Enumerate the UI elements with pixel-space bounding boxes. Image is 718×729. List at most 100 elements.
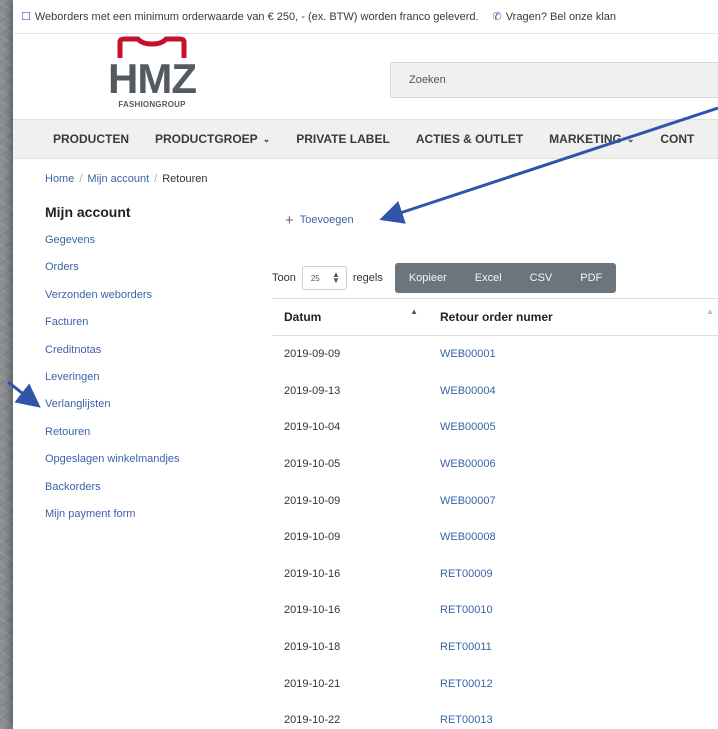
chevron-down-icon: ⌄ <box>626 133 635 144</box>
site-header: HMZ FASHIONGROUP Zoeken <box>13 34 718 119</box>
plus-icon: + <box>285 211 294 229</box>
return-order-link[interactable]: RET00013 <box>440 714 493 726</box>
date-cell: 2019-10-16 <box>284 604 341 617</box>
return-order-link[interactable]: WEB00008 <box>440 531 496 543</box>
sort-icon: ▲ <box>706 307 714 316</box>
logo-subtitle: FASHIONGROUP <box>118 100 186 109</box>
order-cell: RET00010 <box>440 604 718 616</box>
table-row: 2019-10-09 WEB00007 <box>272 482 718 519</box>
main-nav: PRODUCTEN PRODUCTGROEP ⌄ PRIVATE LABEL AC… <box>13 119 718 159</box>
sidebar-item-verzonden-weborders[interactable]: Verzonden weborders <box>45 288 245 315</box>
date-cell: 2019-10-22 <box>284 714 341 727</box>
shipping-info-text: Weborders met een minimum orderwaarde va… <box>34 10 479 23</box>
table-controls: Toon 25 ▲ ▼ regels Kopieer Excel CSV PDF <box>272 263 617 293</box>
excel-button[interactable]: Excel <box>461 263 516 293</box>
nav-item-contact[interactable]: CONT <box>660 132 694 146</box>
sidebar-item-facturen[interactable]: Facturen <box>45 315 245 342</box>
table-header: Datum ▲ Retour order numer ▲ <box>272 298 718 336</box>
table-row: 2019-09-09 WEB00001 <box>272 336 718 373</box>
date-cell: 2019-09-09 <box>284 348 341 361</box>
return-order-link[interactable]: WEB00007 <box>440 495 496 507</box>
order-cell: RET00013 <box>440 714 718 726</box>
sort-asc-icon: ▲ <box>410 307 418 316</box>
return-order-link[interactable]: RET00012 <box>440 678 493 690</box>
sidebar-item-retouren[interactable]: Retouren <box>45 425 245 452</box>
column-header-retour-order[interactable]: Retour order numer ▲ <box>440 307 718 324</box>
date-cell: 2019-10-05 <box>284 458 341 471</box>
account-sidebar: Mijn account Gegevens Orders Verzonden w… <box>45 204 245 534</box>
nav-item-productgroep[interactable]: PRODUCTGROEP ⌄ <box>155 132 270 146</box>
page-size-select[interactable]: 25 ▲ ▼ <box>301 266 347 290</box>
order-cell: WEB00001 <box>440 348 718 360</box>
sidebar-item-opgeslagen-winkelmandjes[interactable]: Opgeslagen winkelmandjes <box>45 452 245 479</box>
table-body: 2019-09-09 WEB00001 2019-09-13 WEB00004 2019… <box>272 336 718 729</box>
search-input[interactable]: Zoeken <box>390 62 718 98</box>
nav-item-private-label[interactable]: PRIVATE LABEL <box>296 132 390 146</box>
table-row: 2019-10-04 WEB00005 <box>272 409 718 446</box>
table-row: 2019-09-13 WEB00004 <box>272 373 718 410</box>
rows-label: regels <box>352 272 383 284</box>
return-order-link[interactable]: RET00009 <box>440 568 493 580</box>
returns-table: Datum ▲ Retour order numer ▲ 2019-09-09 W… <box>272 298 718 729</box>
breadcrumb: Home / Mijn account / Retouren <box>45 173 208 185</box>
order-cell: WEB00005 <box>440 421 718 433</box>
select-arrows-icon: ▲ ▼ <box>331 270 340 285</box>
table-row: 2019-10-22 RET00013 <box>272 702 718 729</box>
order-cell: RET00009 <box>440 568 718 580</box>
contact-info-text: Vragen? Bel onze klan <box>505 10 617 23</box>
pdf-button[interactable]: PDF <box>566 263 616 293</box>
add-return-button[interactable]: + Toevoegen <box>285 211 354 229</box>
sidebar-title: Mijn account <box>45 204 131 220</box>
nav-item-marketing[interactable]: MARKETING ⌄ <box>549 132 634 146</box>
table-row: 2019-10-18 RET00011 <box>272 629 718 666</box>
add-return-label: Toevoegen <box>299 214 354 226</box>
order-cell: RET00011 <box>440 641 718 653</box>
table-row: 2019-10-09 WEB00008 <box>272 519 718 556</box>
chevron-down-icon: ⌄ <box>262 133 271 144</box>
return-order-link[interactable]: WEB00004 <box>440 385 496 397</box>
breadcrumb-current: Retouren <box>162 173 208 185</box>
date-cell: 2019-10-21 <box>284 677 341 690</box>
return-order-link[interactable]: WEB00001 <box>440 348 496 360</box>
page-size-value: 25 <box>310 273 320 283</box>
sidebar-item-leveringen[interactable]: Leveringen <box>45 370 245 397</box>
copy-button[interactable]: Kopieer <box>395 263 461 293</box>
date-cell: 2019-09-13 <box>284 384 341 397</box>
top-info-bar: ☐ Weborders met een minimum orderwaarde … <box>13 0 718 34</box>
date-cell: 2019-10-16 <box>284 567 341 580</box>
return-order-link[interactable]: RET00010 <box>440 604 493 616</box>
order-cell: RET00012 <box>440 678 718 690</box>
sidebar-item-backorders[interactable]: Backorders <box>45 480 245 507</box>
breadcrumb-home[interactable]: Home <box>45 173 74 185</box>
return-order-link[interactable]: RET00011 <box>440 641 492 653</box>
sidebar-item-orders[interactable]: Orders <box>45 260 245 287</box>
date-cell: 2019-10-09 <box>284 531 341 544</box>
order-cell: WEB00006 <box>440 458 718 470</box>
sidebar-item-payment-form[interactable]: Mijn payment form <box>45 507 245 534</box>
show-label: Toon <box>272 272 296 284</box>
breadcrumb-account[interactable]: Mijn account <box>87 173 149 185</box>
export-button-group: Kopieer Excel CSV PDF <box>394 263 617 293</box>
column-header-datum[interactable]: Datum ▲ <box>272 307 440 324</box>
csv-button[interactable]: CSV <box>516 263 567 293</box>
return-order-link[interactable]: WEB00006 <box>440 458 496 470</box>
return-order-link[interactable]: WEB00005 <box>440 421 496 433</box>
browser-page: ☐ Weborders met een minimum orderwaarde … <box>13 0 718 729</box>
table-row: 2019-10-05 WEB00006 <box>272 446 718 483</box>
table-row: 2019-10-16 RET00010 <box>272 592 718 629</box>
table-row: 2019-10-21 RET00012 <box>272 665 718 702</box>
sidebar-item-verlanglijsten[interactable]: Verlanglijsten <box>45 397 245 424</box>
phone-icon: ✆ <box>492 11 502 23</box>
hmz-logo[interactable]: HMZ FASHIONGROUP <box>108 36 197 116</box>
logo-wordmark: HMZ <box>108 55 197 102</box>
nav-item-producten[interactable]: PRODUCTEN <box>53 132 129 146</box>
sidebar-item-gegevens[interactable]: Gegevens <box>45 233 245 260</box>
order-cell: WEB00004 <box>440 385 718 397</box>
nav-item-acties-outlet[interactable]: ACTIES & OUTLET <box>416 132 523 146</box>
table-row: 2019-10-16 RET00009 <box>272 556 718 593</box>
date-cell: 2019-10-04 <box>284 421 341 434</box>
sidebar-item-creditnotas[interactable]: Creditnotas <box>45 343 245 370</box>
date-cell: 2019-10-18 <box>284 641 341 654</box>
box-icon: ☐ <box>21 11 31 23</box>
date-cell: 2019-10-09 <box>284 494 341 507</box>
